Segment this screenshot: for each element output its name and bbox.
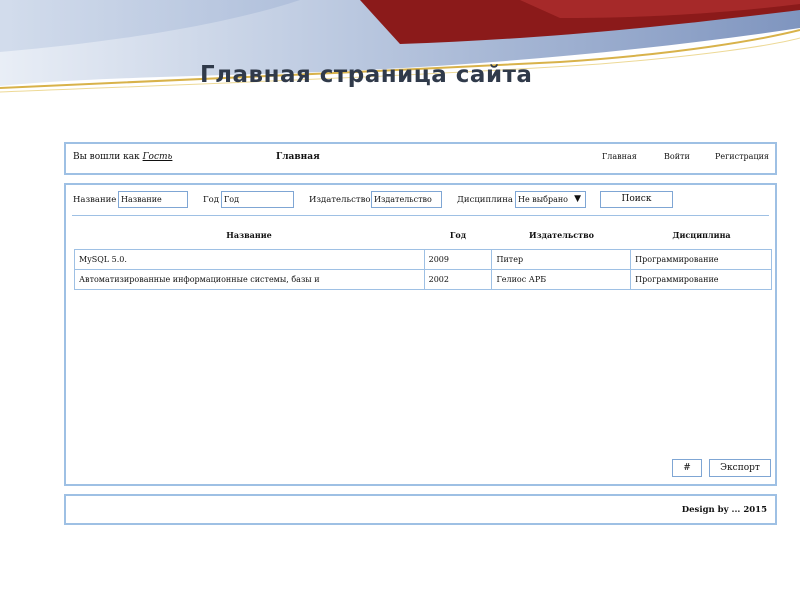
cell-discipline: Программирование <box>630 249 772 270</box>
year-filter-label: Год <box>203 195 219 205</box>
slide-title: Главная страница сайта <box>200 62 533 88</box>
discipline-filter-label: Дисциплина <box>457 195 513 205</box>
cell-publisher: Гелиос АРБ <box>491 269 632 290</box>
login-prefix: Вы вошли как <box>73 152 140 162</box>
search-button[interactable]: Поиск <box>600 191 673 208</box>
hash-button[interactable]: # <box>672 459 702 477</box>
cell-publisher: Питер <box>491 249 632 270</box>
table-row[interactable]: MySQL 5.0. 2009 Питер Программирование <box>74 249 772 270</box>
cell-discipline: Программирование <box>630 269 772 290</box>
footer-credit: Design by ... 2015 <box>681 505 767 515</box>
publisher-filter-label: Издательство <box>309 195 371 205</box>
column-header-year: Год <box>449 230 467 240</box>
column-header-publisher: Издательство <box>528 230 595 240</box>
login-status: Вы вошли как Гость <box>73 152 172 162</box>
chevron-down-icon: ▼ <box>574 194 581 204</box>
publisher-filter-input[interactable]: Издательство <box>371 191 442 208</box>
export-button[interactable]: Экспорт <box>709 459 771 477</box>
cell-title: MySQL 5.0. <box>74 249 425 270</box>
column-header-discipline: Дисциплина <box>672 230 731 240</box>
cell-year: 2009 <box>423 249 493 270</box>
books-table: MySQL 5.0. 2009 Питер Программирование А… <box>74 249 772 290</box>
page-name: Главная <box>276 152 320 162</box>
nav-home-link[interactable]: Главная <box>602 152 637 161</box>
title-filter-label: Название <box>73 195 117 205</box>
user-name-link[interactable]: Гость <box>143 152 173 162</box>
table-row[interactable]: Автоматизированные информационные систем… <box>74 269 772 290</box>
catalog-panel: Название Название Год Год Издательство И… <box>64 183 777 486</box>
search-divider <box>72 215 769 216</box>
year-filter-input[interactable]: Год <box>221 191 294 208</box>
site-header: Вы вошли как Гость Главная Главная Войти… <box>64 142 777 175</box>
title-filter-input[interactable]: Название <box>118 191 188 208</box>
column-header-title: Название <box>226 230 272 240</box>
nav-register-link[interactable]: Регистрация <box>715 152 769 161</box>
nav-login-link[interactable]: Войти <box>664 152 690 161</box>
cell-year: 2002 <box>423 269 493 290</box>
site-footer: Design by ... 2015 <box>64 494 777 525</box>
discipline-select[interactable]: Не выбрано ▼ <box>515 191 586 208</box>
discipline-select-value: Не выбрано <box>518 195 568 204</box>
cell-title: Автоматизированные информационные систем… <box>74 269 425 290</box>
